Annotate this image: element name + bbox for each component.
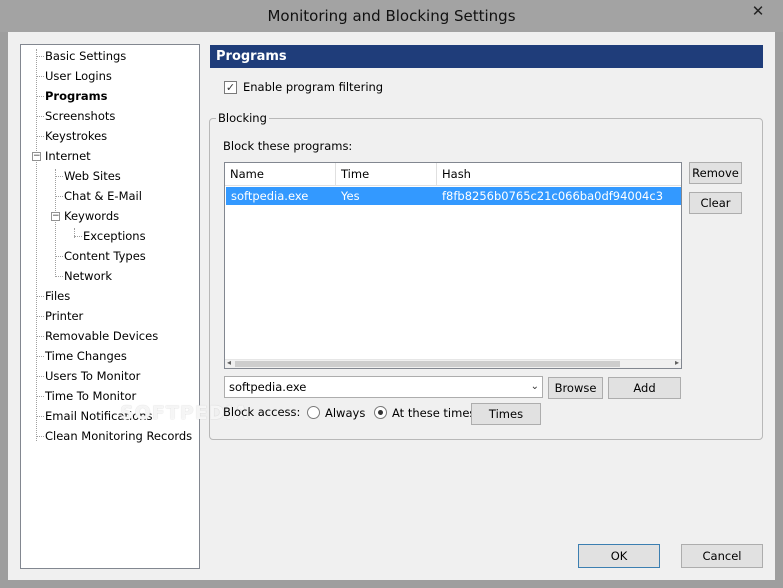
table-row[interactable]: softpedia.exe Yes f8fb8256b0765c21c066ba… — [226, 187, 681, 205]
tree-item-files[interactable]: Files — [43, 287, 72, 305]
tree-connector — [36, 49, 37, 441]
horizontal-scrollbar[interactable]: ◂ ▸ — [225, 358, 681, 368]
block-programs-label: Block these programs: — [223, 139, 353, 153]
tree-item-web-sites[interactable]: Web Sites — [62, 167, 123, 185]
dialog-client: − − Basic Settings User Logins Programs … — [8, 32, 775, 580]
tree-item-keystrokes[interactable]: Keystrokes — [43, 127, 109, 145]
tree-item-network[interactable]: Network — [62, 267, 114, 285]
tree-item-basic-settings[interactable]: Basic Settings — [43, 47, 128, 65]
settings-window: Monitoring and Blocking Settings ✕ − − B… — [0, 0, 783, 588]
program-combobox[interactable]: softpedia.exe ⌄ — [224, 376, 543, 398]
tree-item-users-to-monitor[interactable]: Users To Monitor — [43, 367, 142, 385]
tree-connector — [55, 169, 56, 277]
enable-filtering-checkbox[interactable]: ✓ — [224, 80, 237, 94]
collapse-icon[interactable]: − — [51, 212, 60, 221]
title-bar[interactable]: Monitoring and Blocking Settings ✕ — [0, 0, 783, 32]
always-radio[interactable] — [307, 406, 320, 419]
column-header-hash[interactable]: Hash — [437, 163, 681, 186]
block-access-label: Block access: — [223, 405, 301, 419]
times-button[interactable]: Times — [471, 403, 541, 425]
section-title: Programs — [210, 45, 763, 68]
clear-button[interactable]: Clear — [689, 192, 742, 214]
scroll-left-icon[interactable]: ◂ — [227, 358, 231, 367]
column-header-time[interactable]: Time — [336, 163, 437, 186]
row-hash-cell: f8fb8256b0765c21c066ba0df94004c3 — [442, 189, 664, 203]
tree-item-internet[interactable]: Internet — [43, 147, 93, 165]
tree-item-content-types[interactable]: Content Types — [62, 247, 148, 265]
add-button[interactable]: Add — [608, 377, 681, 399]
cancel-button[interactable]: Cancel — [681, 544, 763, 568]
tree-item-programs[interactable]: Programs — [43, 87, 110, 105]
enable-filtering-label: Enable program filtering — [243, 80, 384, 94]
at-these-times-label[interactable]: At these times: — [392, 406, 479, 420]
collapse-icon[interactable]: − — [32, 152, 41, 161]
tree-item-clean-monitoring-records[interactable]: Clean Monitoring Records — [43, 427, 194, 445]
enable-filtering-row[interactable]: ✓ Enable program filtering — [224, 79, 383, 95]
scroll-right-icon[interactable]: ▸ — [675, 358, 679, 367]
browse-button[interactable]: Browse — [548, 377, 603, 399]
tree-item-user-logins[interactable]: User Logins — [43, 67, 114, 85]
row-time-cell: Yes — [341, 189, 360, 203]
tree-item-removable-devices[interactable]: Removable Devices — [43, 327, 160, 345]
tree-item-screenshots[interactable]: Screenshots — [43, 107, 117, 125]
list-header: Name Time Hash — [225, 163, 681, 186]
tree-item-chat-email[interactable]: Chat & E-Mail — [62, 187, 144, 205]
at-these-times-radio[interactable] — [374, 406, 387, 419]
tree-item-keywords[interactable]: Keywords — [62, 207, 121, 225]
tree-item-time-changes[interactable]: Time Changes — [43, 347, 129, 365]
chevron-down-icon[interactable]: ⌄ — [531, 378, 539, 396]
column-header-name[interactable]: Name — [225, 163, 336, 186]
window-title: Monitoring and Blocking Settings — [267, 7, 516, 25]
ok-button[interactable]: OK — [578, 544, 660, 568]
scrollbar-thumb[interactable] — [235, 361, 620, 367]
blocked-programs-list[interactable]: Name Time Hash softpedia.exe Yes f8fb825… — [224, 162, 682, 369]
remove-button[interactable]: Remove — [689, 162, 742, 184]
close-icon[interactable]: ✕ — [741, 0, 775, 22]
settings-tree[interactable]: − − Basic Settings User Logins Programs … — [20, 44, 200, 569]
blocking-group-label: Blocking — [216, 111, 269, 125]
row-name-cell: softpedia.exe — [231, 189, 309, 203]
tree-item-exceptions[interactable]: Exceptions — [81, 227, 148, 245]
always-label[interactable]: Always — [325, 406, 365, 420]
tree-item-printer[interactable]: Printer — [43, 307, 85, 325]
program-combobox-value: softpedia.exe — [229, 380, 307, 394]
